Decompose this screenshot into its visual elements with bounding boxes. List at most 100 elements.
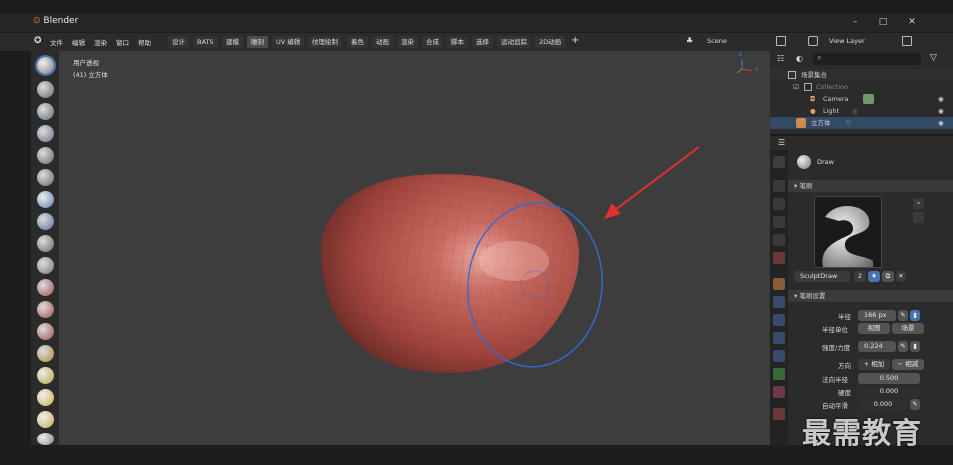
direction-add-button[interactable]: + 相加 bbox=[858, 359, 890, 370]
brush-preview[interactable] bbox=[814, 196, 882, 268]
world-tab-icon[interactable] bbox=[773, 252, 785, 264]
close-button[interactable]: ✕ bbox=[902, 15, 922, 29]
crease-tool-icon[interactable] bbox=[37, 235, 54, 252]
tab-workspace-4[interactable]: UV 编辑 bbox=[272, 36, 305, 48]
fill-tool-icon[interactable] bbox=[37, 301, 54, 318]
physics-tab-icon[interactable] bbox=[773, 332, 785, 344]
tab-workspace-5[interactable]: 纹理绘制 bbox=[308, 36, 342, 48]
inflate-tool-icon[interactable] bbox=[37, 191, 54, 208]
draw-tool-icon[interactable] bbox=[35, 55, 56, 76]
tab-workspace-7[interactable]: 动画 bbox=[372, 36, 393, 48]
tab-workspace-12[interactable]: 运动追踪 bbox=[497, 36, 531, 48]
radius-field[interactable]: 166 px bbox=[858, 310, 896, 321]
menu-window[interactable]: 窗口 bbox=[116, 37, 129, 47]
draw-sharp-tool-icon[interactable] bbox=[37, 81, 54, 98]
outliner-row-camera[interactable]: ◘ Camera ◉ bbox=[770, 93, 953, 105]
strength-pressure-toggle[interactable]: ▮ bbox=[910, 341, 920, 352]
material-tab-icon[interactable] bbox=[773, 386, 785, 398]
flatten-tool-icon[interactable] bbox=[37, 279, 54, 296]
duplicate-brush-icon[interactable]: ⧉ bbox=[882, 271, 894, 282]
chevron-down-icon[interactable]: ⌄ bbox=[913, 198, 924, 209]
brush-section-header[interactable]: ▾ 笔刷 bbox=[788, 180, 953, 192]
minimize-button[interactable]: – bbox=[845, 15, 865, 29]
tab-workspace-3[interactable]: 雕刻 bbox=[247, 36, 268, 48]
pose-tool-icon[interactable] bbox=[37, 433, 54, 445]
tab-workspace-2[interactable]: 建模 bbox=[222, 36, 243, 48]
fake-user-shield-icon[interactable]: ♦ bbox=[868, 271, 880, 282]
outliner-row-collection[interactable]: ☑ Collection bbox=[770, 81, 953, 93]
menu-file[interactable]: 文件 bbox=[50, 37, 63, 47]
radius-unit-view-button[interactable]: 视图 bbox=[858, 323, 890, 334]
light-data-icon[interactable]: ◎ bbox=[852, 105, 858, 117]
outliner-editor-icon[interactable]: ☷ bbox=[777, 54, 784, 63]
tab-workspace-10[interactable]: 脚本 bbox=[447, 36, 468, 48]
camera-data-icon[interactable] bbox=[863, 94, 874, 104]
brush-name-field[interactable]: SculptDraw bbox=[794, 271, 850, 282]
unlink-brush-icon[interactable]: ✕ bbox=[896, 271, 906, 282]
modifier-tab-icon[interactable] bbox=[773, 296, 785, 308]
visibility-eye-icon[interactable]: ◉ bbox=[938, 105, 944, 117]
outliner-row-scene-collection[interactable]: 场景集合 bbox=[770, 69, 953, 81]
visibility-eye-icon[interactable]: ◉ bbox=[938, 117, 944, 129]
blender-menu-icon[interactable]: ✪ bbox=[34, 36, 42, 46]
menu-render[interactable]: 渲染 bbox=[94, 37, 107, 47]
tab-workspace-0[interactable]: 设计 bbox=[168, 36, 189, 48]
layer-tool-icon[interactable] bbox=[37, 169, 54, 186]
new-view-layer-icon[interactable] bbox=[902, 36, 912, 46]
normal-radius-field[interactable]: 0.500 bbox=[858, 373, 920, 384]
autosmooth-field[interactable]: 0.000 bbox=[858, 399, 908, 410]
tab-workspace-8[interactable]: 渲染 bbox=[397, 36, 418, 48]
pen-pressure-icon[interactable]: ✎ bbox=[898, 341, 908, 352]
render-tab-icon[interactable] bbox=[773, 180, 785, 192]
navigation-gizmo[interactable] bbox=[736, 59, 753, 74]
hardness-field[interactable]: 0.000 bbox=[858, 386, 920, 397]
radius-unit-scene-button[interactable]: 场景 bbox=[892, 323, 924, 334]
data-tab-icon[interactable] bbox=[773, 368, 785, 380]
radius-pressure-toggle[interactable]: ▮ bbox=[910, 310, 920, 321]
view-layer-tab-icon[interactable] bbox=[773, 216, 785, 228]
scene-tab-icon[interactable] bbox=[773, 234, 785, 246]
particles-tab-icon[interactable] bbox=[773, 314, 785, 326]
clay-tool-icon[interactable] bbox=[37, 103, 54, 120]
scene-icon[interactable]: ♣ bbox=[686, 36, 693, 45]
direction-subtract-button[interactable]: − 相减 bbox=[892, 359, 924, 370]
texture-tab-icon[interactable] bbox=[773, 408, 785, 420]
pinch-tool-icon[interactable] bbox=[37, 345, 54, 362]
view-layer-icon[interactable] bbox=[808, 36, 818, 46]
clay-thumb-tool-icon[interactable] bbox=[37, 147, 54, 164]
strength-field[interactable]: 0.224 bbox=[858, 341, 896, 352]
output-tab-icon[interactable] bbox=[773, 198, 785, 210]
pen-pressure-icon[interactable]: ✎ bbox=[910, 399, 920, 410]
thumb-tool-icon[interactable] bbox=[37, 411, 54, 428]
tool-tab-icon[interactable] bbox=[773, 156, 785, 168]
visibility-eye-icon[interactable]: ◉ bbox=[938, 93, 944, 105]
outliner-search-input[interactable]: ⌕ bbox=[813, 53, 921, 65]
clay-strips-tool-icon[interactable] bbox=[37, 125, 54, 142]
constraints-tab-icon[interactable] bbox=[773, 350, 785, 362]
maximize-button[interactable]: □ bbox=[873, 15, 893, 29]
properties-editor-icon[interactable]: ☰ bbox=[778, 138, 785, 147]
tab-workspace-13[interactable]: 2D动画 bbox=[535, 36, 566, 48]
mesh-data-icon[interactable]: ▽ bbox=[846, 117, 851, 129]
scene-name[interactable]: Scene bbox=[707, 37, 727, 45]
pen-pressure-icon[interactable]: ✎ bbox=[898, 310, 908, 321]
3d-viewport[interactable]: 用户透视 (41) 立方体 z x bbox=[59, 51, 770, 445]
menu-edit[interactable]: 编辑 bbox=[72, 37, 85, 47]
checkbox-icon[interactable]: ☑ bbox=[793, 81, 799, 93]
tab-workspace-6[interactable]: 着色 bbox=[347, 36, 368, 48]
outliner-row-cube[interactable]: 立方体 ▽ ◉ bbox=[770, 117, 953, 129]
new-scene-icon[interactable] bbox=[776, 36, 786, 46]
image-icon[interactable] bbox=[913, 212, 924, 223]
filter-icon[interactable]: ▽ bbox=[930, 53, 937, 63]
brush-user-count[interactable]: 2 bbox=[854, 271, 866, 282]
tab-workspace-9[interactable]: 合成 bbox=[422, 36, 443, 48]
snake-hook-tool-icon[interactable] bbox=[37, 389, 54, 406]
tab-workspace-1[interactable]: BATS bbox=[193, 36, 218, 48]
display-mode-icon[interactable]: ◐ bbox=[796, 54, 803, 63]
tab-workspace-11[interactable]: 选择 bbox=[472, 36, 493, 48]
outliner-row-light[interactable]: ● Light ◎ ◉ bbox=[770, 105, 953, 117]
view-layer-name[interactable]: View Layer bbox=[829, 37, 865, 45]
smooth-tool-icon[interactable] bbox=[37, 257, 54, 274]
object-tab-icon[interactable] bbox=[773, 278, 785, 290]
grab-tool-icon[interactable] bbox=[37, 367, 54, 384]
